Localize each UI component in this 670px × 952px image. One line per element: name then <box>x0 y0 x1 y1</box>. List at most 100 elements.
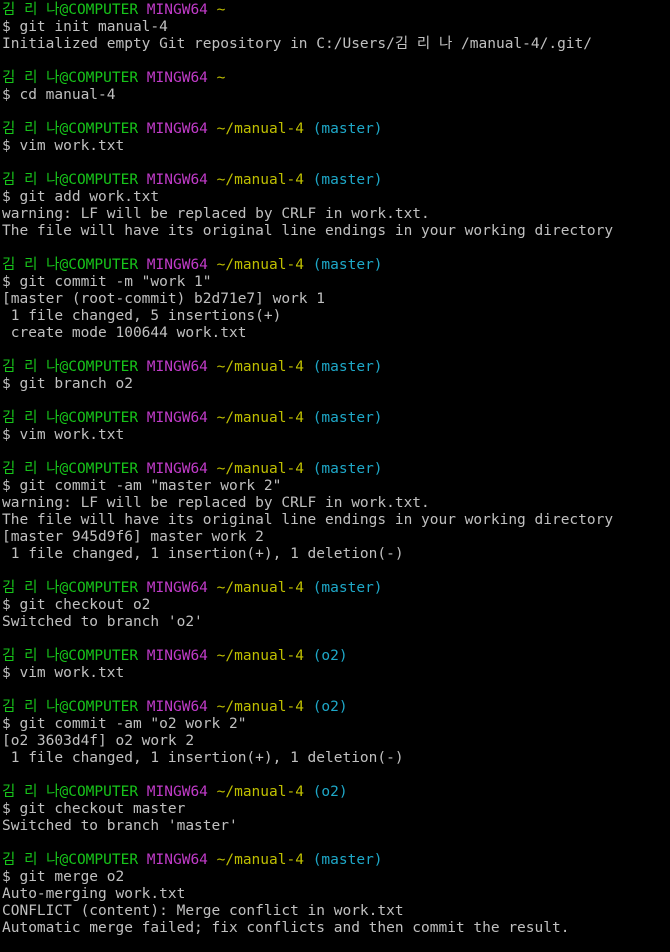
prompt-branch: (o2) <box>312 784 348 800</box>
output-line: The file will have its original line end… <box>2 512 614 528</box>
output-line: The file will have its original line end… <box>2 223 614 239</box>
prompt-path: ~/manual-4 <box>216 699 304 715</box>
output-line: Automatic merge failed; fix conflicts an… <box>2 920 570 936</box>
output-line: create mode 100644 work.txt <box>2 325 247 341</box>
prompt-host: @COMPUTER <box>59 70 139 86</box>
prompt-system: MINGW64 <box>146 70 208 86</box>
prompt-branch: (master) <box>312 121 383 137</box>
output-line: 1 file changed, 1 insertion(+), 1 deleti… <box>2 546 404 562</box>
command-line[interactable]: $ git merge o2 <box>2 869 670 886</box>
prompt-system: MINGW64 <box>146 580 208 596</box>
command-line[interactable]: $ vim work.txt <box>2 138 670 155</box>
prompt-branch: (master) <box>312 410 383 426</box>
command-line[interactable]: $ git checkout master <box>2 801 670 818</box>
command-line[interactable]: $ git checkout o2 <box>2 597 670 614</box>
output-line: [master 945d9f6] master work 2 <box>2 529 264 545</box>
command-line[interactable]: $ git branch o2 <box>2 376 670 393</box>
command-line[interactable]: $ git init manual-4 <box>2 19 670 36</box>
prompt-branch: (o2) <box>312 699 348 715</box>
prompt-line: 김 리 나@COMPUTER MINGW64 ~/manual-4 (maste… <box>2 172 670 189</box>
prompt-path: ~ <box>216 70 226 86</box>
prompt-host: @COMPUTER <box>59 580 139 596</box>
prompt-user: 김 리 나 <box>2 257 60 273</box>
prompt-user: 김 리 나 <box>2 580 60 596</box>
prompt-system: MINGW64 <box>146 648 208 664</box>
command-line[interactable]: $ cd manual-4 <box>2 87 670 104</box>
prompt-path: ~/manual-4 <box>216 121 304 137</box>
prompt-path: ~/manual-4 <box>216 461 304 477</box>
prompt-path: ~/manual-4 <box>216 784 304 800</box>
prompt-line: 김 리 나@COMPUTER MINGW64 ~/manual-4 (o2) <box>2 648 670 665</box>
command-line[interactable]: $ git commit -m "work 1" <box>2 274 670 291</box>
prompt-user: 김 리 나 <box>2 461 60 477</box>
prompt-user: 김 리 나 <box>2 359 60 375</box>
prompt-line: 김 리 나@COMPUTER MINGW64 ~/manual-4 (maste… <box>2 121 670 138</box>
output-line: warning: LF will be replaced by CRLF in … <box>2 495 430 511</box>
prompt-branch: (o2) <box>312 648 348 664</box>
output-line: 1 file changed, 5 insertions(+) <box>2 308 282 324</box>
prompt-line: 김 리 나@COMPUTER MINGW64 ~ <box>2 70 670 87</box>
output-line: Switched to branch 'o2' <box>2 614 203 630</box>
prompt-line: 김 리 나@COMPUTER MINGW64 ~/manual-4 (maste… <box>2 580 670 597</box>
prompt-host: @COMPUTER <box>59 121 139 137</box>
prompt-host: @COMPUTER <box>59 648 139 664</box>
prompt-branch: (master) <box>312 580 383 596</box>
output-line: warning: LF will be replaced by CRLF in … <box>2 206 430 222</box>
prompt-branch: (master) <box>312 359 383 375</box>
prompt-line: 김 리 나@COMPUTER MINGW64 ~/manual-4 (maste… <box>2 852 670 869</box>
prompt-path: ~/manual-4 <box>216 359 304 375</box>
prompt-host: @COMPUTER <box>59 784 139 800</box>
prompt-user: 김 리 나 <box>2 648 60 664</box>
prompt-path: ~/manual-4 <box>216 172 304 188</box>
prompt-line: 김 리 나@COMPUTER MINGW64 ~/manual-4 (maste… <box>2 257 670 274</box>
prompt-user: 김 리 나 <box>2 121 60 137</box>
prompt-host: @COMPUTER <box>59 257 139 273</box>
prompt-branch: (master) <box>312 172 383 188</box>
prompt-path: ~ <box>216 2 226 18</box>
terminal-window[interactable]: 김 리 나@COMPUTER MINGW64 ~ $ git init manua… <box>0 0 670 952</box>
prompt-user: 김 리 나 <box>2 410 60 426</box>
prompt-line: 김 리 나@COMPUTER MINGW64 ~/manual-4 (maste… <box>2 410 670 427</box>
prompt-host: @COMPUTER <box>59 410 139 426</box>
prompt-system: MINGW64 <box>146 2 208 18</box>
prompt-line: 김 리 나@COMPUTER MINGW64 ~/manual-4 (o2) <box>2 699 670 716</box>
prompt-path: ~/manual-4 <box>216 852 304 868</box>
prompt-line: 김 리 나@COMPUTER MINGW64 ~/manual-4 (maste… <box>2 359 670 376</box>
prompt-host: @COMPUTER <box>59 699 139 715</box>
prompt-line: 김 리 나@COMPUTER MINGW64 ~ <box>2 2 670 19</box>
prompt-user: 김 리 나 <box>2 699 60 715</box>
command-line[interactable]: $ vim work.txt <box>2 427 670 444</box>
command-line[interactable]: $ vim work.txt <box>2 665 670 682</box>
prompt-branch: (master) <box>312 257 383 273</box>
prompt-path: ~/manual-4 <box>216 580 304 596</box>
prompt-user: 김 리 나 <box>2 70 60 86</box>
prompt-user: 김 리 나 <box>2 172 60 188</box>
prompt-host: @COMPUTER <box>59 852 139 868</box>
prompt-host: @COMPUTER <box>59 172 139 188</box>
prompt-system: MINGW64 <box>146 359 208 375</box>
prompt-system: MINGW64 <box>146 784 208 800</box>
prompt-system: MINGW64 <box>146 852 208 868</box>
output-line: [master (root-commit) b2d71e7] work 1 <box>2 291 326 307</box>
command-line[interactable]: $ git add work.txt <box>2 189 670 206</box>
prompt-system: MINGW64 <box>146 699 208 715</box>
prompt-user: 김 리 나 <box>2 852 60 868</box>
prompt-system: MINGW64 <box>146 257 208 273</box>
command-line[interactable]: $ git commit -am "master work 2" <box>2 478 670 495</box>
prompt-host: @COMPUTER <box>59 2 139 18</box>
prompt-path: ~/manual-4 <box>216 648 304 664</box>
prompt-user: 김 리 나 <box>2 2 60 18</box>
prompt-system: MINGW64 <box>146 410 208 426</box>
command-line[interactable]: $ git commit -am "o2 work 2" <box>2 716 670 733</box>
output-line: CONFLICT (content): Merge conflict in wo… <box>2 903 404 919</box>
